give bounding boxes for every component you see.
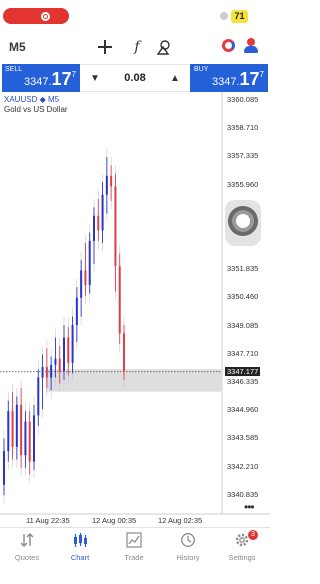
volume-value[interactable]: 0.08 xyxy=(110,72,160,84)
candle-body xyxy=(7,411,10,452)
candle-body xyxy=(123,333,125,372)
price-tick-label: 3340.835 xyxy=(227,489,259,499)
one-click-trading-icon[interactable] xyxy=(222,39,235,52)
candle-body xyxy=(105,175,108,195)
candle-body xyxy=(114,186,117,267)
candle-body xyxy=(93,215,95,241)
volume-increase-icon[interactable]: ▲ xyxy=(168,73,182,85)
candle-body xyxy=(20,404,23,456)
nav-quotes-label: Quotes xyxy=(14,553,40,562)
assistive-touch-icon xyxy=(228,206,258,236)
symbol-description: Gold vs US Dollar xyxy=(4,105,68,114)
trade-icon xyxy=(126,532,142,548)
quotes-icon xyxy=(19,532,35,548)
history-icon xyxy=(180,532,196,548)
candle-body xyxy=(67,337,70,363)
record-icon xyxy=(41,12,50,21)
candle-body xyxy=(97,215,100,231)
candle-body xyxy=(15,404,18,447)
nav-settings[interactable]: 3 Settings xyxy=(215,530,269,566)
candle-body xyxy=(110,175,113,187)
current-price-label: 3347.177 xyxy=(225,366,261,376)
chart-icon xyxy=(72,532,88,548)
candle-body xyxy=(80,270,83,298)
battery-indicator: 71 xyxy=(231,10,248,23)
price-chart[interactable]: XAUUSD ◆ M5 Gold vs US Dollar 3360.085 33… xyxy=(0,92,270,525)
indicators-icon[interactable]: f xyxy=(129,39,145,55)
price-tick-label: 3343.585 xyxy=(227,433,259,443)
candle-body xyxy=(41,367,44,378)
candle-body xyxy=(101,194,104,231)
one-click-trade-panel: SELL 3347.177 ▼ 0.08 ▲ BUY 3347.177 xyxy=(0,64,270,92)
sell-button[interactable]: SELL 3347.177 xyxy=(2,64,80,92)
time-tick-label: 12 Aug 00:35 xyxy=(92,516,137,525)
symbol-header: XAUUSD ◆ M5 xyxy=(4,95,60,104)
objects-icon[interactable] xyxy=(156,39,172,55)
price-tick-label: 3342.210 xyxy=(227,461,259,471)
price-tick-label: 3349.085 xyxy=(227,320,259,330)
chart-toolbar: M5 f xyxy=(0,32,270,62)
settings-badge: 3 xyxy=(248,530,258,540)
buy-price: 3347.177 xyxy=(211,69,264,89)
buy-button[interactable]: BUY 3347.177 xyxy=(190,64,268,92)
candle-body xyxy=(3,451,5,485)
nav-settings-label: Settings xyxy=(228,553,256,562)
candle-body xyxy=(45,367,48,378)
nav-chart-label: Chart xyxy=(70,553,90,562)
screen-recording-indicator[interactable] xyxy=(3,8,69,24)
candle-body xyxy=(58,358,61,372)
more-options-icon[interactable]: ••• xyxy=(244,500,255,514)
price-tick-label: 3355.960 xyxy=(227,179,259,189)
candle-body xyxy=(37,377,40,416)
nav-quotes[interactable]: Quotes xyxy=(0,532,54,566)
nav-trade[interactable]: Trade xyxy=(107,532,161,566)
candle-body xyxy=(54,358,57,365)
candle-body xyxy=(28,421,31,462)
price-tick-label: 3344.960 xyxy=(227,405,259,415)
candle-body xyxy=(63,337,65,372)
volume-decrease-icon[interactable]: ▼ xyxy=(88,73,102,85)
nav-history[interactable]: History xyxy=(161,532,215,566)
sell-price: 3347.177 xyxy=(23,69,76,89)
buy-label: BUY xyxy=(194,66,209,73)
time-tick-label: 11 Aug 22:35 xyxy=(26,516,70,525)
price-tick-label: 3351.835 xyxy=(227,264,259,274)
price-tick-label: 3350.460 xyxy=(227,292,259,302)
price-tick-label: 3347.710 xyxy=(227,348,259,358)
volume-control: ▼ 0.08 ▲ xyxy=(80,64,190,92)
candle-body xyxy=(88,240,91,286)
nav-chart[interactable]: Chart xyxy=(53,532,107,566)
time-tick-label: 12 Aug 02:35 xyxy=(158,516,203,525)
candle-body xyxy=(71,325,74,363)
price-tick-label: 3358.710 xyxy=(227,123,259,133)
candle-body xyxy=(84,270,87,286)
candle-body xyxy=(24,421,27,456)
nav-history-label: History xyxy=(176,553,200,562)
location-icon xyxy=(220,12,228,20)
candle-body xyxy=(33,415,35,462)
candle-body xyxy=(50,364,53,378)
bottom-navigation: Quotes Chart Trade History 3 Settings xyxy=(0,527,270,584)
price-tick-label: 3346.335 xyxy=(227,377,259,386)
assistive-touch-button[interactable] xyxy=(225,200,261,246)
candle-body xyxy=(118,266,121,334)
account-icon[interactable] xyxy=(244,38,258,53)
price-tick-label: 3360.085 xyxy=(227,95,259,104)
candle-body xyxy=(75,297,78,326)
nav-trade-label: Trade xyxy=(124,553,144,562)
crosshair-icon[interactable] xyxy=(97,39,113,55)
price-tick-label: 3357.335 xyxy=(227,151,259,161)
sell-label: SELL xyxy=(5,66,23,73)
candle-body xyxy=(11,411,14,447)
timeframe-button[interactable]: M5 xyxy=(9,40,26,54)
status-bar: 71 xyxy=(0,0,270,32)
